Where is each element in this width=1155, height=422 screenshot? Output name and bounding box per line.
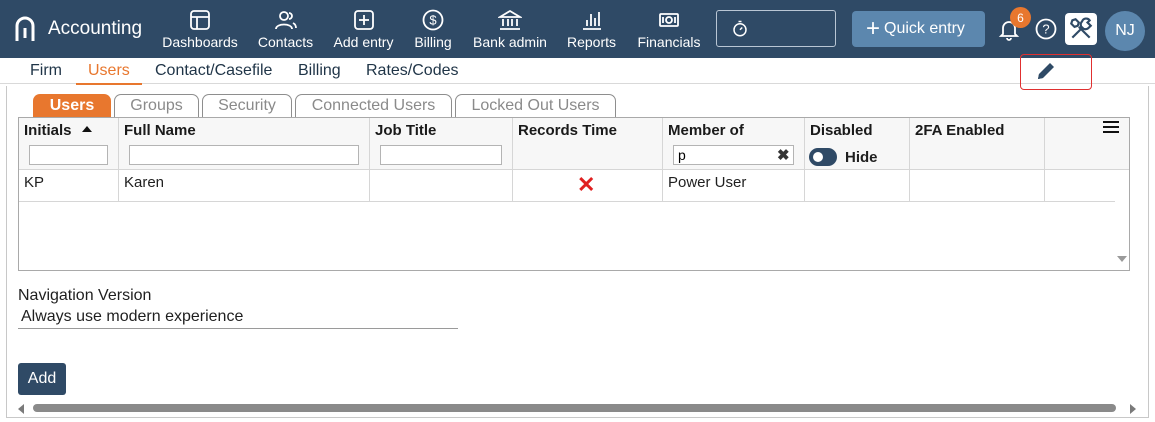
nav-label: Contacts xyxy=(257,34,314,50)
quick-entry-label: Quick entry xyxy=(884,20,965,37)
notification-badge: 6 xyxy=(1010,7,1031,28)
tab-locked-out-users[interactable]: Locked Out Users xyxy=(455,94,616,117)
dollar-circle-icon: $ xyxy=(422,9,444,31)
column-header-member-of[interactable]: Member of ✖ xyxy=(663,118,805,170)
column-title: Member of xyxy=(668,122,744,139)
column-header-full-name[interactable]: Full Name xyxy=(119,118,370,170)
column-header-disabled[interactable]: Disabled Hide xyxy=(805,118,910,170)
pencil-icon xyxy=(1038,63,1054,79)
cross-icon: ✕ xyxy=(577,172,596,197)
column-header-job-title[interactable]: Job Title xyxy=(370,118,513,170)
member-of-filter-input[interactable] xyxy=(673,145,794,165)
users-grid: Initials Full Name Job Title Records Tim… xyxy=(18,117,1130,271)
scroll-down-arrow[interactable] xyxy=(1117,256,1127,262)
timer-field[interactable] xyxy=(716,10,836,47)
cell-member-of: Power User xyxy=(663,170,805,202)
scroll-right-arrow[interactable] xyxy=(1130,404,1136,414)
nav-label: Bank admin xyxy=(473,34,547,50)
horizontal-scrollbar[interactable] xyxy=(10,402,1145,416)
navigation-version-label: Navigation Version xyxy=(18,287,152,304)
admin-tools-button[interactable] xyxy=(1065,13,1097,45)
cell-disabled xyxy=(805,170,910,202)
nav-add-entry[interactable]: Add entry xyxy=(333,8,394,52)
tab-security[interactable]: Security xyxy=(202,94,292,117)
cell-2fa-enabled xyxy=(910,170,1045,202)
sub-navigation: Firm Users Contact/Casefile Billing Rate… xyxy=(0,58,1155,85)
column-title: Job Title xyxy=(375,122,437,139)
contacts-icon xyxy=(274,11,297,30)
nav-reports[interactable]: Reports xyxy=(566,8,617,52)
stopwatch-icon xyxy=(733,20,747,37)
column-title: Full Name xyxy=(124,122,196,139)
app-logo-icon xyxy=(15,16,35,41)
bar-chart-icon xyxy=(582,12,601,30)
subnav-users[interactable]: Users xyxy=(76,62,142,85)
tab-groups[interactable]: Groups xyxy=(114,94,199,117)
tools-icon xyxy=(1070,17,1093,39)
tab-connected-users[interactable]: Connected Users xyxy=(295,94,452,117)
cell-initials: KP xyxy=(19,170,119,202)
cell-job-title xyxy=(370,170,513,202)
dashboard-icon xyxy=(190,10,210,30)
column-header-records-time[interactable]: Records Time xyxy=(513,118,663,170)
nav-label: Billing xyxy=(414,34,452,50)
toggle-knob xyxy=(813,152,823,162)
scrollbar-thumb[interactable] xyxy=(33,404,1116,412)
scroll-left-arrow[interactable] xyxy=(18,404,24,414)
svg-text:?: ? xyxy=(1042,22,1049,37)
bank-icon xyxy=(498,9,522,30)
app-brand[interactable]: Accounting xyxy=(14,14,142,44)
quick-entry-button[interactable]: + Quick entry xyxy=(852,11,985,47)
hide-disabled-toggle[interactable] xyxy=(809,148,837,166)
column-header-2fa-enabled[interactable]: 2FA Enabled xyxy=(910,118,1045,170)
subnav-billing[interactable]: Billing xyxy=(298,62,341,80)
nav-billing[interactable]: $ Billing xyxy=(412,8,454,52)
nav-contacts[interactable]: Contacts xyxy=(257,8,314,52)
job-title-filter-input[interactable] xyxy=(380,145,502,165)
column-header-initials[interactable]: Initials xyxy=(19,118,119,170)
clear-filter-icon[interactable]: ✖ xyxy=(777,146,790,164)
column-title: Initials xyxy=(24,122,72,139)
add-button[interactable]: Add xyxy=(18,363,66,395)
initials-filter-input[interactable] xyxy=(29,145,108,165)
subnav-firm[interactable]: Firm xyxy=(30,62,62,80)
plus-square-icon xyxy=(353,10,374,30)
svg-text:$: $ xyxy=(429,13,437,28)
edit-user-button[interactable] xyxy=(1020,54,1092,90)
column-title: 2FA Enabled xyxy=(915,122,1005,139)
cell-records-time: ✕ xyxy=(513,170,663,202)
column-title: Records Time xyxy=(518,122,617,139)
cell-full-name: Karen xyxy=(119,170,370,202)
nav-label: Add entry xyxy=(333,34,394,50)
toggle-label: Hide xyxy=(845,149,878,166)
subnav-contact-casefile[interactable]: Contact/Casefile xyxy=(155,62,272,80)
user-avatar[interactable]: NJ xyxy=(1105,11,1145,51)
banknote-icon xyxy=(659,13,679,27)
table-row[interactable]: KP Karen ✕ Power User xyxy=(19,170,1115,202)
nav-label: Financials xyxy=(637,34,701,50)
column-title: Disabled xyxy=(810,122,873,139)
subnav-rates-codes[interactable]: Rates/Codes xyxy=(366,62,459,80)
help-icon[interactable]: ? xyxy=(1034,17,1058,41)
nav-label: Reports xyxy=(566,34,617,50)
nav-financials[interactable]: Financials xyxy=(636,8,702,52)
app-title: Accounting xyxy=(48,18,143,39)
plus-icon: + xyxy=(866,15,881,42)
navigation-version-select[interactable]: Always use modern experience xyxy=(18,307,458,329)
nav-bank-admin[interactable]: Bank admin xyxy=(472,8,548,52)
sort-ascending-icon xyxy=(81,126,92,133)
tab-users[interactable]: Users xyxy=(33,94,111,117)
nav-label: Dashboards xyxy=(162,34,238,50)
column-menu-icon[interactable] xyxy=(1103,121,1119,135)
top-header: Accounting Dashboards Contacts Add entry… xyxy=(0,0,1155,58)
full-name-filter-input[interactable] xyxy=(129,145,359,165)
nav-dashboards[interactable]: Dashboards xyxy=(162,8,238,52)
